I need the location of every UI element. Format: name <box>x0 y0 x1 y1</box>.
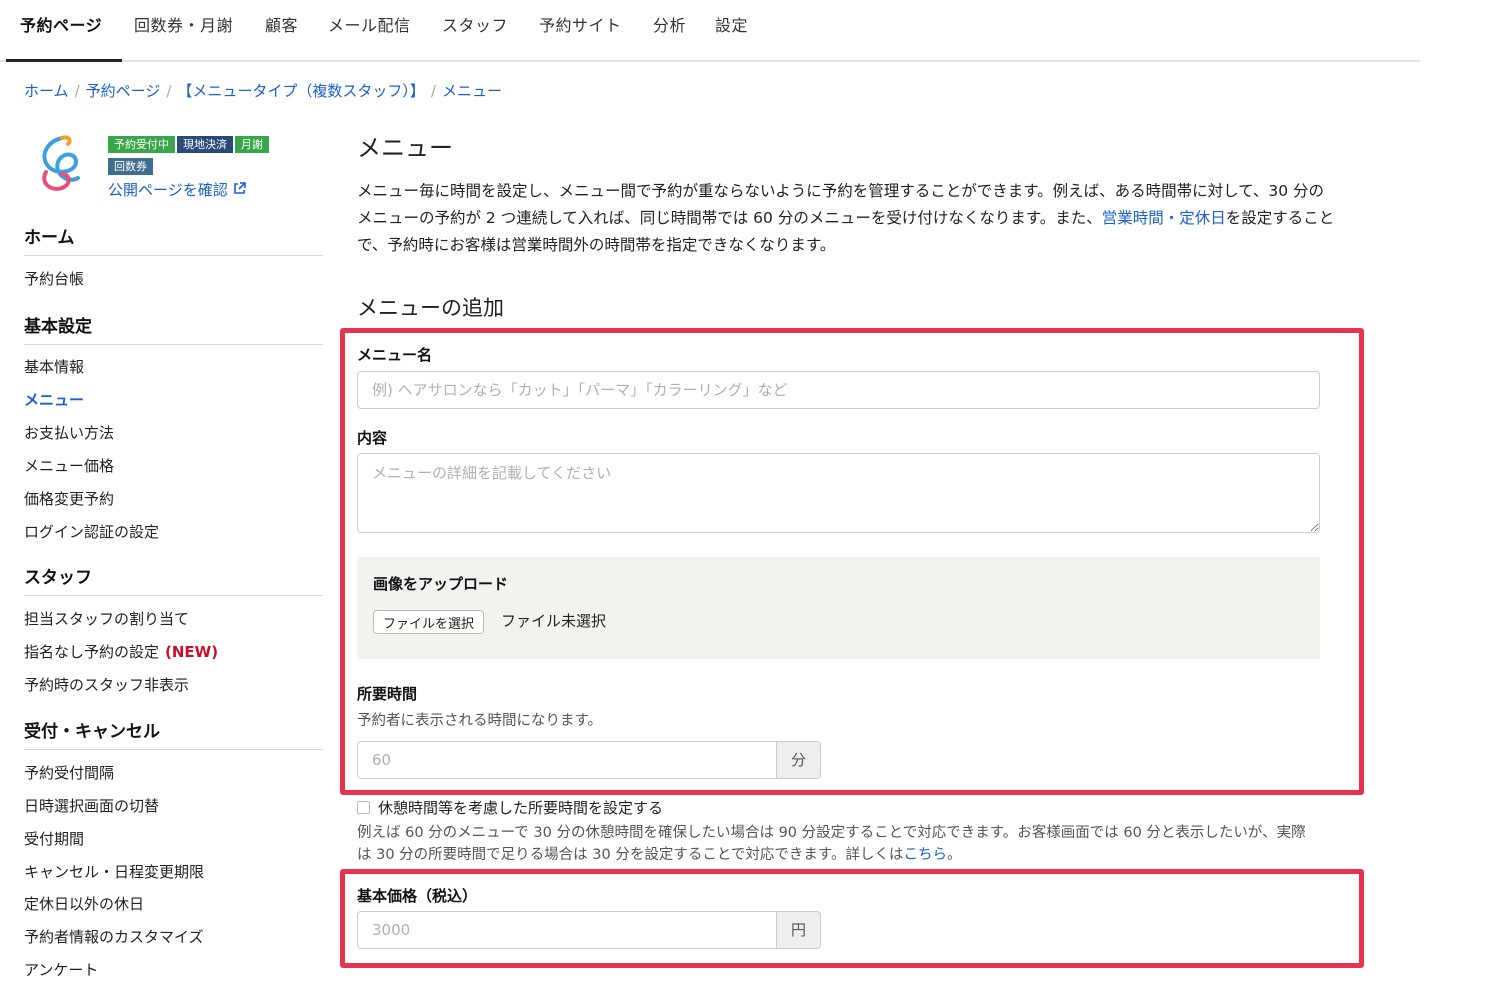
sidebar-divider <box>24 344 323 345</box>
breadcrumb-separator: / <box>74 82 80 100</box>
sidebar-item-hide-staff[interactable]: 予約時のスタッフ非表示 <box>24 674 189 695</box>
sidebar-item-no-nomination[interactable]: 指名なし予約の設定 (NEW) <box>24 641 218 662</box>
public-page-link[interactable]: 公開ページを確認 <box>108 179 247 200</box>
sidebar-item-menu-price[interactable]: メニュー価格 <box>24 455 114 476</box>
tab-reservation-site[interactable]: 予約サイト <box>539 12 622 36</box>
sidebar-heading-reception: 受付・キャンセル <box>24 722 160 742</box>
tab-mail[interactable]: メール配信 <box>328 12 411 36</box>
sidebar-item-date-screen[interactable]: 日時選択画面の切替 <box>24 795 159 816</box>
tab-analytics[interactable]: 分析 <box>653 12 686 36</box>
sidebar-item-price-change[interactable]: 価格変更予約 <box>24 488 114 509</box>
sidebar-heading-staff: スタッフ <box>24 568 92 588</box>
sidebar-heading-basic-settings: 基本設定 <box>24 317 92 337</box>
tab-reservation-page[interactable]: 予約ページ <box>20 12 102 36</box>
sidebar-divider <box>24 595 323 596</box>
upload-label: 画像をアップロード <box>373 575 509 593</box>
breadcrumb: ホーム / 予約ページ / 【メニュータイプ（複数スタッフ）】 / メニュー <box>24 80 502 101</box>
sidebar-item-menu[interactable]: メニュー <box>24 389 84 410</box>
section-title: メニューの追加 <box>357 296 504 320</box>
external-link-icon <box>232 181 247 199</box>
price-input[interactable] <box>357 911 777 949</box>
breadcrumb-separator: / <box>430 82 436 100</box>
breadcrumb-separator: / <box>166 82 172 100</box>
sidebar-item-survey[interactable]: アンケート <box>24 959 98 980</box>
tab-staff[interactable]: スタッフ <box>442 12 508 36</box>
note-text: 。 <box>946 847 962 863</box>
new-badge: (NEW) <box>165 643 219 661</box>
sidebar-item-label: 指名なし予約の設定 <box>24 643 160 661</box>
content-textarea[interactable] <box>357 453 1320 533</box>
duration-input[interactable] <box>357 741 777 779</box>
choose-file-button[interactable]: ファイルを選択 <box>373 610 485 634</box>
sidebar-item-customize-info[interactable]: 予約者情報のカスタマイズ <box>24 926 204 947</box>
price-input-group: 円 <box>357 911 821 949</box>
page-logo <box>32 132 90 196</box>
break-time-checkbox[interactable] <box>357 801 370 814</box>
content-label: 内容 <box>357 429 388 447</box>
breadcrumb-menu[interactable]: メニュー <box>442 82 502 100</box>
status-badge: 現地決済 <box>177 136 233 153</box>
details-link[interactable]: こちら <box>903 847 947 863</box>
duration-label: 所要時間 <box>357 685 418 703</box>
price-label: 基本価格（税込） <box>357 887 478 905</box>
menu-name-label: メニュー名 <box>357 346 433 364</box>
sidebar-divider <box>24 255 323 256</box>
status-badge: 予約受付中 <box>108 136 175 153</box>
price-unit: 円 <box>776 911 821 949</box>
file-status: ファイル未選択 <box>501 612 607 630</box>
sidebar-item-reservation-book[interactable]: 予約台帳 <box>24 268 84 289</box>
breadcrumb-reservation-page[interactable]: 予約ページ <box>86 82 161 100</box>
duration-help: 予約者に表示される時間になります。 <box>357 713 603 729</box>
sidebar-item-basic-info[interactable]: 基本情報 <box>24 356 84 377</box>
sidebar-item-staff-assign[interactable]: 担当スタッフの割り当て <box>24 608 189 629</box>
sidebar-item-login-auth[interactable]: ログイン認証の設定 <box>24 521 159 542</box>
status-badges: 予約受付中 現地決済 月謝 回数券 <box>108 134 308 178</box>
public-page-link-label: 公開ページを確認 <box>108 181 228 199</box>
sidebar-item-interval[interactable]: 予約受付間隔 <box>24 762 114 783</box>
intro-text: メニュー毎に時間を設定し、メニュー間で予約が重ならないように予約を管理することが… <box>357 178 1337 259</box>
note-text: 例えば 60 分のメニューで 30 分の休憩時間を確保したい場合は 90 分設定… <box>357 825 1306 863</box>
sidebar-heading-home: ホーム <box>24 228 75 248</box>
business-hours-link[interactable]: 営業時間・定休日 <box>1102 209 1226 227</box>
tab-settings[interactable]: 設定 <box>715 12 748 36</box>
sidebar-divider <box>24 749 323 750</box>
break-time-label: 休憩時間等を考慮した所要時間を設定する <box>378 799 664 817</box>
tab-tickets[interactable]: 回数券・月謝 <box>134 12 233 36</box>
duration-input-group: 分 <box>357 741 821 779</box>
sidebar-item-holidays[interactable]: 定休日以外の休日 <box>24 893 144 914</box>
sidebar-item-reception-period[interactable]: 受付期間 <box>24 828 84 849</box>
page-title: メニュー <box>357 134 453 162</box>
duration-unit: 分 <box>776 741 821 779</box>
break-time-option[interactable]: 休憩時間等を考慮した所要時間を設定する <box>357 797 663 818</box>
top-nav: 予約ページ 回数券・月謝 顧客 メール配信 スタッフ 予約サイト 分析 設定 <box>0 0 1420 62</box>
active-tab-indicator <box>6 59 122 62</box>
breadcrumb-home[interactable]: ホーム <box>24 82 69 100</box>
break-time-note: 例えば 60 分のメニューで 30 分の休憩時間を確保したい場合は 90 分設定… <box>357 822 1317 866</box>
sidebar-item-cancel-deadline[interactable]: キャンセル・日程変更期限 <box>24 861 204 882</box>
upload-panel: 画像をアップロード ファイルを選択 ファイル未選択 <box>357 557 1320 659</box>
status-badge: 月謝 <box>235 136 269 153</box>
breadcrumb-menu-type[interactable]: 【メニュータイプ（複数スタッフ）】 <box>177 82 425 100</box>
status-badge: 回数券 <box>108 158 153 175</box>
menu-name-input[interactable] <box>357 371 1320 409</box>
sidebar-item-payment-method[interactable]: お支払い方法 <box>24 422 114 443</box>
tab-customers[interactable]: 顧客 <box>265 12 298 36</box>
